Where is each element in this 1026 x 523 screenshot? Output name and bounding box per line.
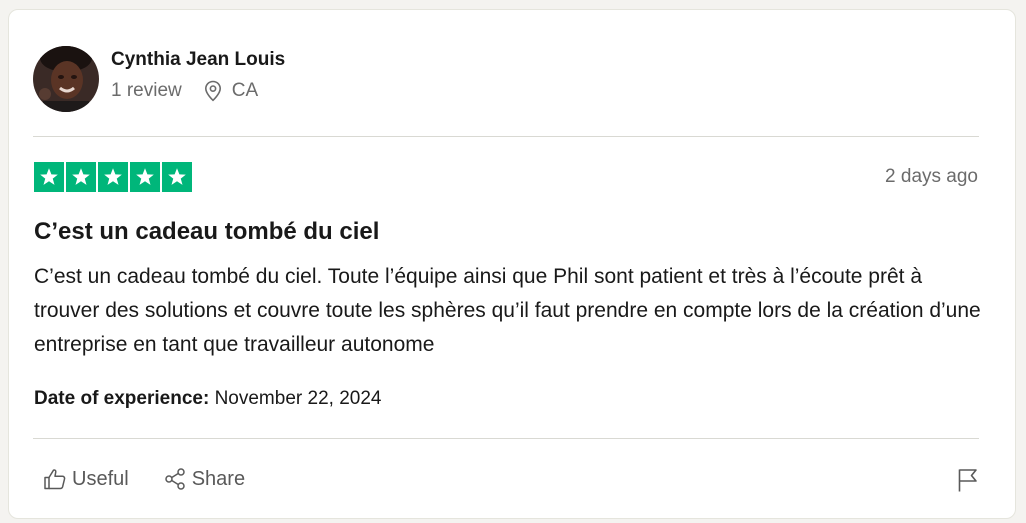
experience-label: Date of experience:: [34, 388, 210, 409]
useful-button[interactable]: Useful: [43, 468, 129, 491]
reviews-count: 1 review: [111, 80, 182, 101]
reviewer-meta: 1 review CA: [111, 80, 285, 102]
useful-label: Useful: [72, 467, 129, 490]
star-4: [130, 162, 160, 192]
report-flag-button[interactable]: [957, 467, 979, 498]
star-3: [98, 162, 128, 192]
star-5: [162, 162, 192, 192]
reviewer-name[interactable]: Cynthia Jean Louis: [111, 48, 285, 72]
share-button[interactable]: Share: [163, 467, 245, 491]
star-icon: [72, 168, 90, 185]
reviewer-location: CA: [204, 80, 258, 102]
review-body: C’est un cadeau tombé du ciel. Toute l’é…: [34, 265, 981, 356]
star-2: [66, 162, 96, 192]
star-icon: [104, 168, 122, 185]
share-label: Share: [191, 467, 246, 490]
star-1: [34, 162, 64, 192]
date-of-experience: Date of experience: November 22, 2024: [34, 388, 381, 410]
star-icon: [40, 168, 58, 185]
star-icon: [168, 168, 186, 185]
avatar[interactable]: [33, 46, 99, 112]
divider-top: [33, 136, 979, 137]
reviewer-header: Cynthia Jean Louis 1 review CA: [33, 46, 285, 112]
review-card: Cynthia Jean Louis 1 review CA 2 days ag…: [8, 9, 1016, 519]
flag-icon: [958, 469, 977, 492]
location-pin-icon: [204, 80, 221, 102]
thumbs-up-icon: [44, 469, 66, 490]
review-posted-date: 2 days ago: [885, 166, 978, 187]
review-title[interactable]: C’est un cadeau tombé du ciel: [34, 218, 379, 246]
reviewer-info: Cynthia Jean Louis 1 review CA: [111, 49, 285, 102]
review-actions: Useful Share: [43, 467, 279, 491]
share-icon: [164, 468, 185, 490]
star-icon: [136, 168, 154, 185]
star-rating: [34, 162, 194, 192]
experience-date: November 22, 2024: [214, 388, 382, 409]
location-text: CA: [231, 80, 259, 101]
divider-bottom: [33, 438, 979, 439]
